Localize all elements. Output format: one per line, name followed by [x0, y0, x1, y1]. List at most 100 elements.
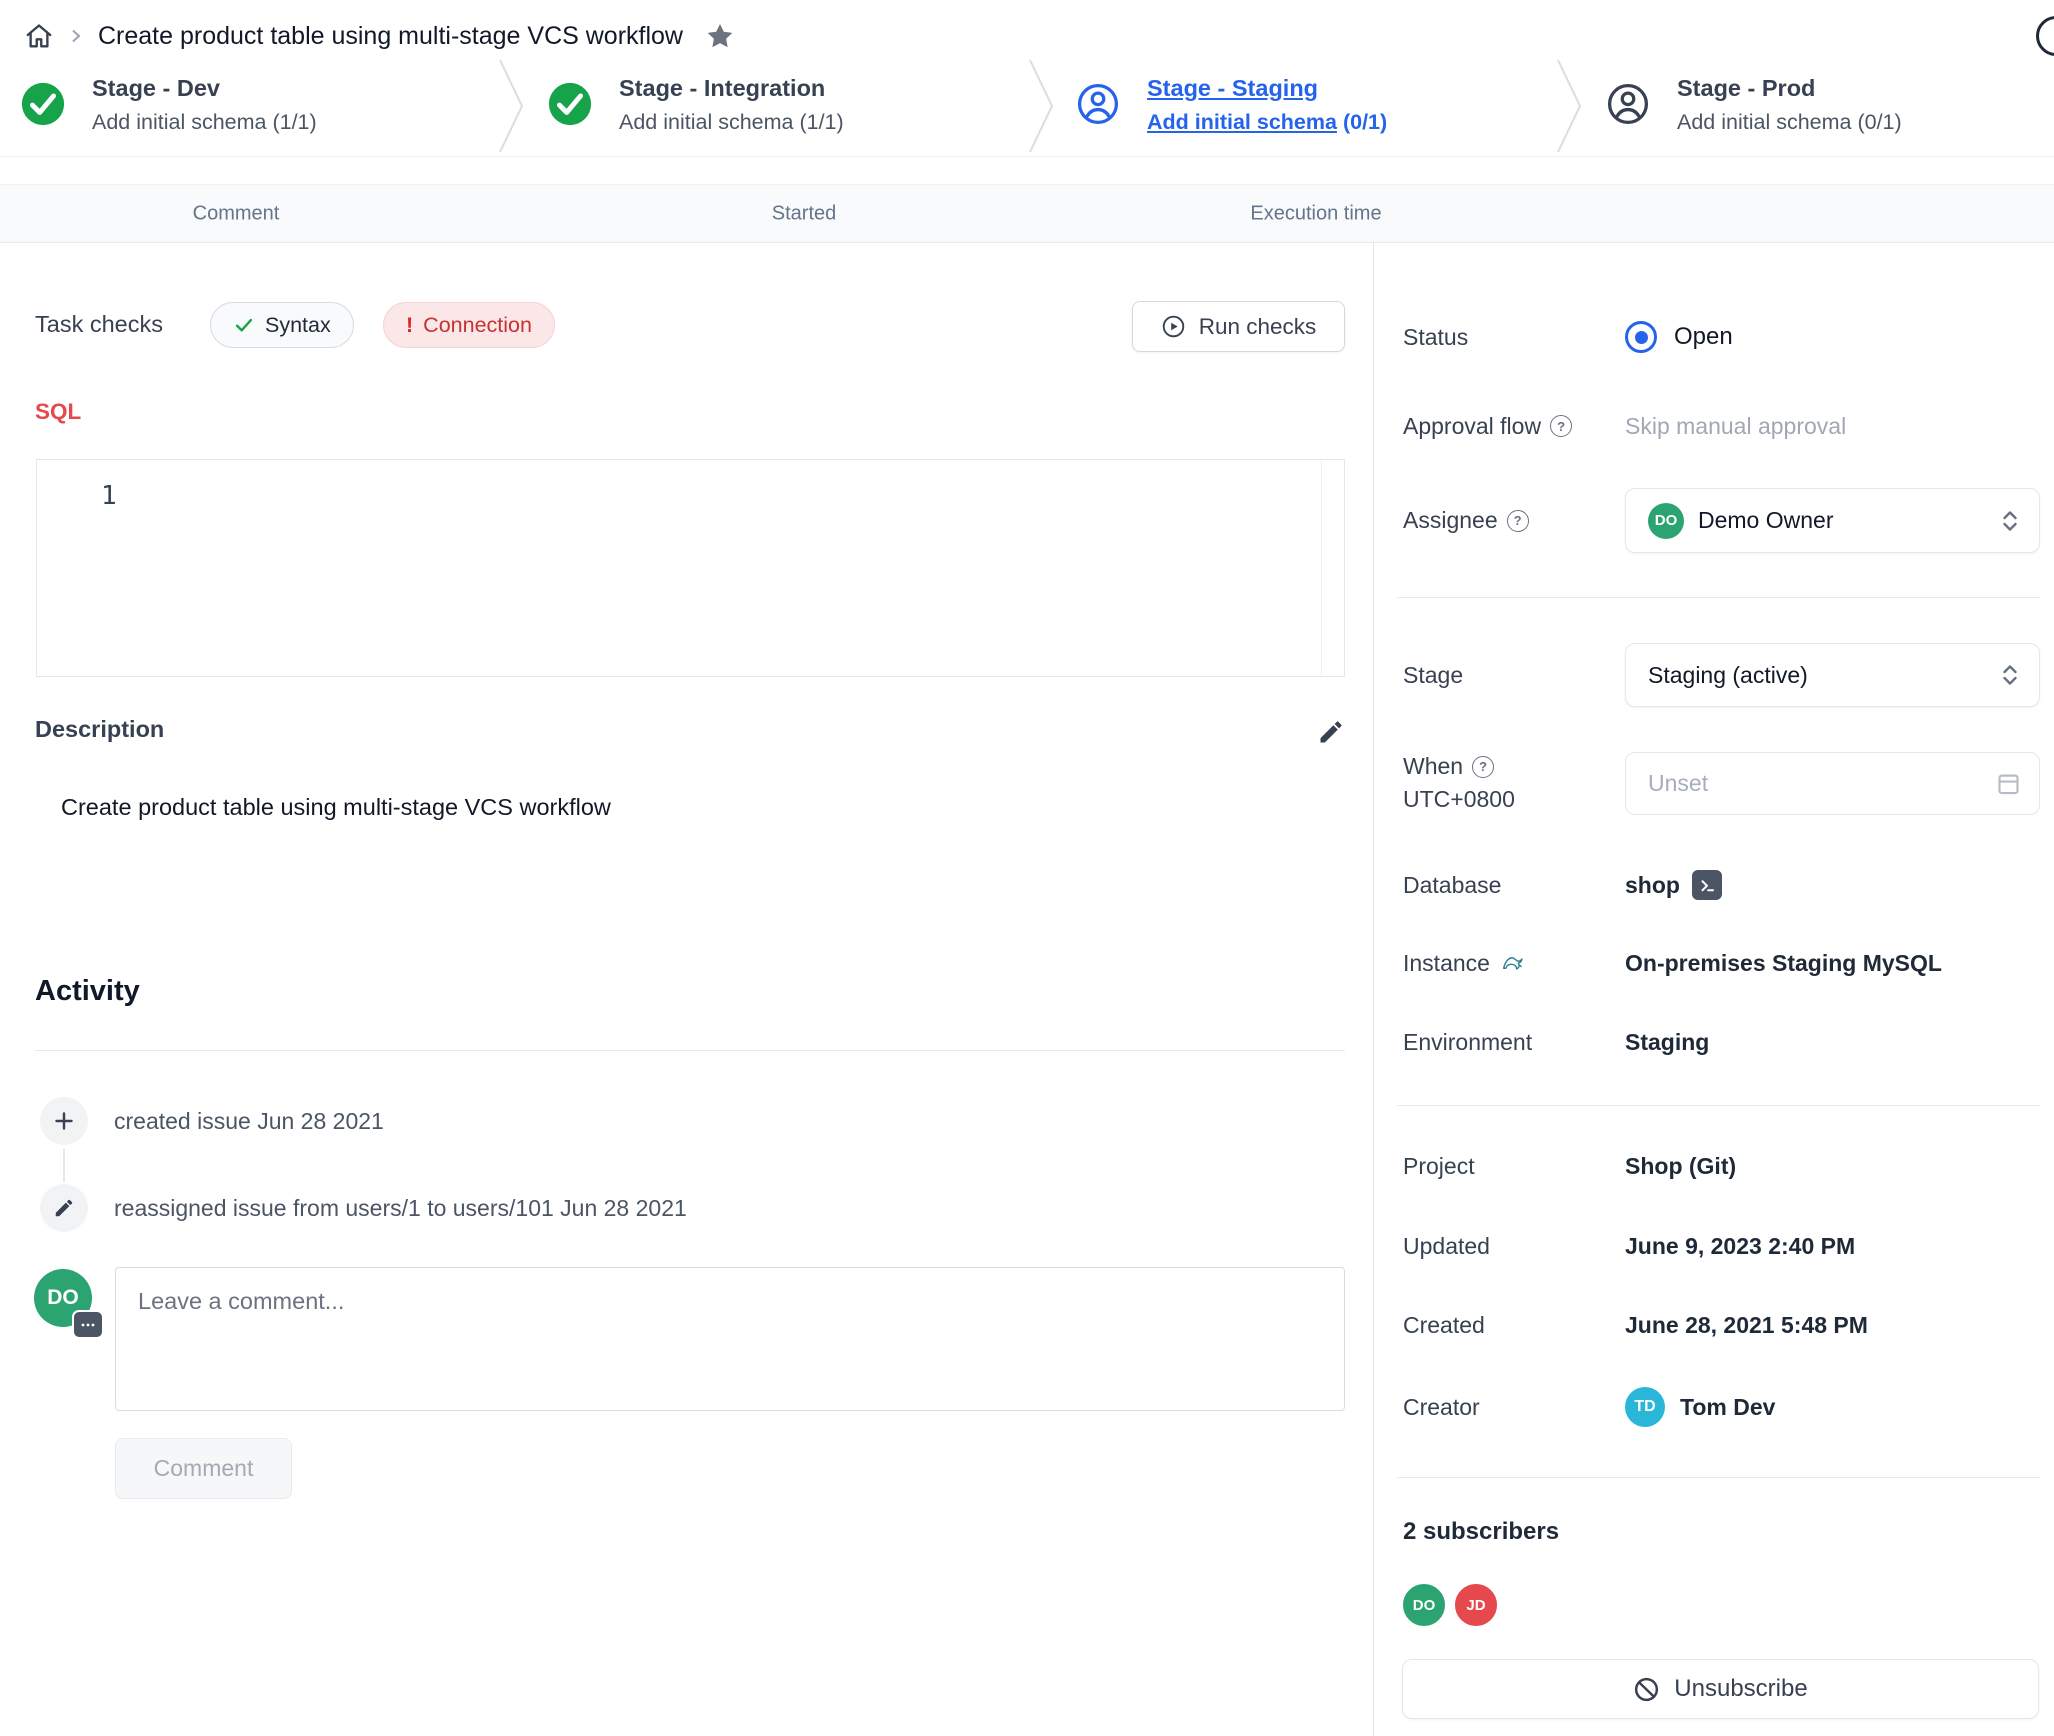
check-circle-icon	[547, 81, 593, 127]
when-timezone: UTC+0800	[1403, 786, 1625, 813]
comment-bubble-icon	[72, 1310, 104, 1339]
person-circle-icon	[1075, 81, 1121, 127]
help-circle-icon[interactable]	[2036, 16, 2054, 56]
calendar-icon[interactable]	[1995, 770, 2022, 797]
column-started: Started	[772, 202, 836, 225]
activity-item-text: created issue	[114, 1108, 251, 1134]
stage-subtitle-link[interactable]: Add initial schema	[1147, 110, 1337, 134]
avatar: TD	[1625, 1387, 1665, 1427]
instance-label: Instance	[1403, 950, 1490, 977]
column-comment: Comment	[193, 202, 280, 225]
description-label: Description	[35, 716, 164, 743]
project-row: Project Shop (Git)	[1403, 1136, 2040, 1196]
creator-label: Creator	[1403, 1394, 1625, 1421]
environment-label: Environment	[1403, 1029, 1625, 1056]
radio-dot	[1635, 331, 1648, 344]
home-icon[interactable]	[24, 21, 54, 51]
breadcrumb: Create product table using multi-stage V…	[24, 14, 735, 58]
creator-row: Creator TD Tom Dev	[1403, 1377, 2040, 1437]
question-circle-icon[interactable]: ?	[1507, 510, 1529, 532]
check-circle-icon	[20, 81, 66, 127]
pipeline-stage-integration[interactable]: Stage - Integration Add initial schema (…	[547, 58, 844, 150]
assignee-value: Demo Owner	[1698, 507, 1985, 534]
sidebar-section-divider	[1397, 1105, 2040, 1106]
avatar: DO	[1648, 503, 1684, 539]
comment-button[interactable]: Comment	[115, 1438, 292, 1499]
when-label: When	[1403, 753, 1463, 780]
assignee-select[interactable]: DO Demo Owner	[1625, 488, 2040, 553]
activity-item: reassigned issue from users/1 to users/1…	[114, 1195, 687, 1222]
pipeline-stage-dev[interactable]: Stage - Dev Add initial schema (1/1)	[20, 58, 317, 150]
updated-value: June 9, 2023 2:40 PM	[1625, 1233, 1855, 1260]
creator-value: Tom Dev	[1680, 1394, 1775, 1421]
check-icon	[233, 314, 255, 336]
status-radio-open[interactable]	[1625, 321, 1657, 353]
subscriber-avatars: DO JD	[1401, 1582, 1499, 1628]
chevron-up-down-icon	[1999, 662, 2021, 688]
created-row: Created June 28, 2021 5:48 PM	[1403, 1295, 2040, 1355]
when-row: When ? UTC+0800	[1403, 744, 2040, 822]
mysql-dolphin-icon	[1499, 949, 1527, 977]
stage-select[interactable]: Staging (active)	[1625, 643, 2040, 707]
stage-subtitle: Add initial schema (1/1)	[92, 108, 317, 136]
issue-detail-page: Create product table using multi-stage V…	[0, 0, 2054, 1736]
stage-separator	[1028, 58, 1056, 154]
activity-connector	[63, 1149, 65, 1182]
avatar: JD	[1453, 1582, 1499, 1628]
stage-subtitle: Add initial schema (0/1)	[1677, 108, 1902, 136]
stage-title[interactable]: Stage - Staging	[1147, 73, 1387, 103]
breadcrumb-chevron-icon	[68, 28, 84, 44]
check-syntax-pill[interactable]: Syntax	[210, 302, 354, 348]
question-circle-icon[interactable]: ?	[1472, 756, 1494, 778]
updated-label: Updated	[1403, 1233, 1625, 1260]
status-label: Status	[1403, 324, 1625, 351]
page-title: Create product table using multi-stage V…	[98, 22, 683, 51]
stage-separator	[1556, 58, 1584, 154]
stage-separator	[498, 58, 526, 154]
sidebar-section-divider	[1397, 1477, 2040, 1478]
description-text[interactable]: Create product table using multi-stage V…	[61, 794, 611, 821]
activity-item: created issue Jun 28 2021	[114, 1108, 384, 1135]
created-label: Created	[1403, 1312, 1625, 1339]
when-input[interactable]	[1625, 752, 2040, 815]
project-label: Project	[1403, 1153, 1625, 1180]
pipeline-stage-staging[interactable]: Stage - Staging Add initial schema (0/1)	[1075, 58, 1387, 150]
sql-editor[interactable]: 1	[36, 459, 1345, 677]
approval-flow-label: Approval flow	[1403, 413, 1541, 440]
unsubscribe-button[interactable]: Unsubscribe	[1402, 1659, 2039, 1719]
comment-input[interactable]	[115, 1267, 1345, 1411]
environment-row: Environment Staging	[1403, 1012, 2040, 1072]
run-checks-button[interactable]: Run checks	[1132, 301, 1345, 352]
edit-description-pencil-icon[interactable]	[1317, 718, 1345, 746]
check-connection-label: Connection	[423, 313, 532, 338]
exclamation-icon: !	[406, 313, 413, 338]
stage-subtitle-count: (0/1)	[1343, 110, 1387, 134]
column-execution-time: Execution time	[1250, 202, 1381, 225]
check-connection-pill[interactable]: ! Connection	[383, 302, 555, 348]
task-table-header: Comment Started Execution time	[0, 184, 2054, 243]
pipeline-stage-prod[interactable]: Stage - Prod Add initial schema (0/1)	[1605, 58, 1902, 150]
avatar: DO	[1401, 1582, 1447, 1628]
stage-row: Stage Staging (active)	[1403, 643, 2040, 707]
database-row: Database shop	[1403, 855, 2040, 915]
stage-subtitle: Add initial schema (0/1)	[1147, 108, 1387, 136]
database-label: Database	[1403, 872, 1625, 899]
sql-terminal-icon[interactable]	[1692, 870, 1722, 900]
ban-icon	[1633, 1676, 1660, 1703]
activity-heading: Activity	[35, 975, 140, 1008]
question-circle-icon[interactable]: ?	[1550, 415, 1572, 437]
activity-item-date: Jun 28 2021	[257, 1108, 384, 1134]
assignee-label: Assignee	[1403, 507, 1498, 534]
star-icon[interactable]	[705, 21, 735, 51]
database-value[interactable]: shop	[1625, 872, 1680, 899]
run-checks-label: Run checks	[1199, 314, 1317, 340]
sql-label: SQL	[35, 399, 81, 425]
created-value: June 28, 2021 5:48 PM	[1625, 1312, 1868, 1339]
stage-title: Stage - Dev	[92, 73, 317, 103]
project-value: Shop (Git)	[1625, 1153, 1736, 1180]
stage-value: Staging (active)	[1648, 662, 1985, 689]
sql-editor-scroll-divider	[1321, 460, 1322, 676]
sidebar-divider	[1373, 241, 1374, 1736]
stage-title: Stage - Prod	[1677, 73, 1902, 103]
status-value: Open	[1674, 323, 1733, 351]
